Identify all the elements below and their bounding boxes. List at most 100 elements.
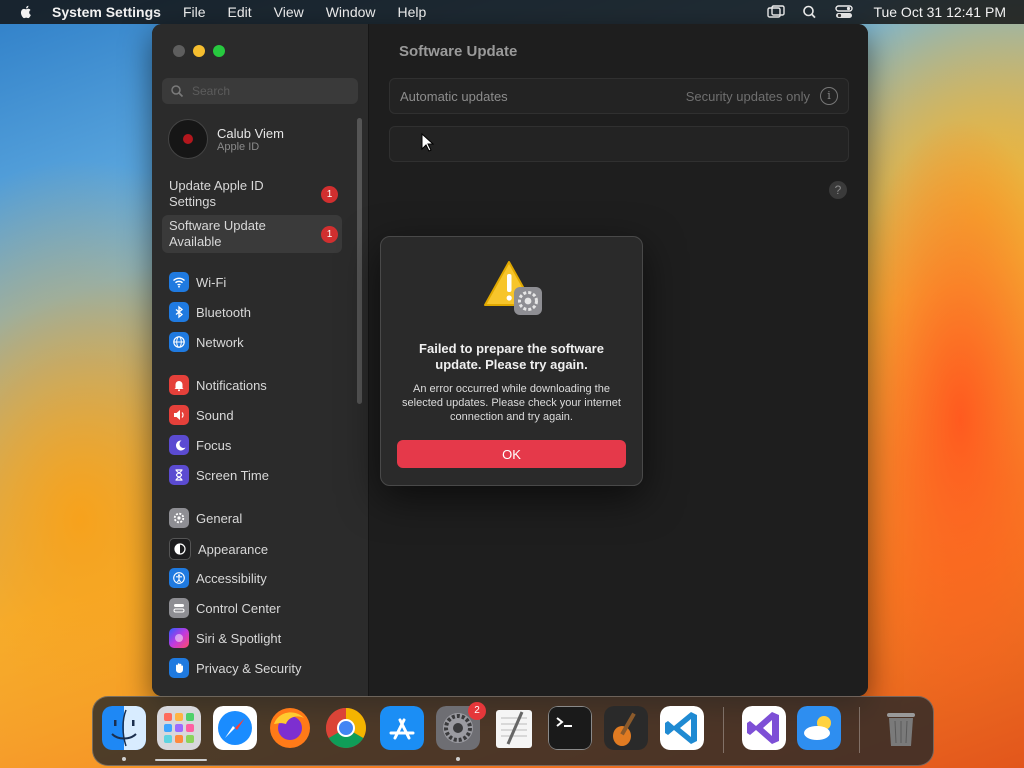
appearance-icon [169, 538, 191, 560]
sidebar-item-label: Privacy & Security [196, 660, 302, 676]
sidebar-item-label: Notifications [196, 377, 267, 393]
sidebar-alert-label: Update Apple ID Settings [169, 178, 264, 209]
sidebar-item-sound[interactable]: Sound [169, 405, 234, 425]
traffic-lights [173, 45, 233, 57]
menu-bar: System Settings File Edit View Window He… [0, 0, 1024, 24]
sidebar-item-appearance[interactable]: Appearance [169, 538, 268, 560]
search-icon [171, 85, 184, 98]
apple-logo-icon[interactable] [18, 4, 34, 20]
sidebar-item-label: Appearance [198, 541, 269, 557]
speaker-icon [169, 405, 189, 425]
chrome-icon[interactable] [324, 706, 368, 750]
sidebar-item-label: Control Center [196, 600, 281, 616]
menu-window[interactable]: Window [326, 4, 376, 20]
bell-icon [169, 375, 189, 395]
mouse-cursor-icon [421, 133, 435, 152]
warning-triangle-with-gear-icon [484, 261, 542, 315]
question-icon[interactable]: ? [829, 181, 847, 199]
menu-view[interactable]: View [274, 4, 304, 20]
menu-help[interactable]: Help [398, 4, 427, 20]
sidebar-item-label: Wi-Fi [196, 274, 227, 290]
firefox-icon[interactable] [268, 706, 312, 750]
sidebar-item-network[interactable]: Network [169, 332, 244, 352]
menu-clock[interactable]: Tue Oct 31 12:41 PM [873, 4, 1006, 20]
finder-icon[interactable] [102, 706, 146, 750]
hourglass-icon [169, 465, 189, 485]
window-minimize-button[interactable] [193, 45, 205, 57]
sidebar-item-siri-spotlight[interactable]: Siri & Spotlight [169, 628, 281, 648]
sidebar-item-label: Focus [196, 437, 232, 453]
page-title: Software Update [399, 43, 518, 60]
trash-icon[interactable] [879, 706, 923, 750]
sidebar-item-accessibility[interactable]: Accessibility [169, 568, 267, 588]
avatar [168, 119, 208, 159]
profile-subtitle: Apple ID [217, 140, 260, 153]
sidebar-alert-software-update[interactable]: Software Update Available 1 [162, 215, 342, 253]
sidebar-search [162, 78, 358, 104]
dialog-message: An error occurred while downloading the … [402, 383, 621, 423]
automatic-updates-row: Automatic updates Security updates only … [389, 78, 849, 114]
notification-badge: 1 [321, 186, 338, 203]
visual-studio-icon[interactable] [742, 706, 786, 750]
sidebar-item-label: Accessibility [196, 570, 267, 586]
siri-icon [169, 628, 189, 648]
garageband-icon[interactable] [604, 706, 648, 750]
ok-button[interactable]: OK [397, 440, 626, 468]
launchpad-icon[interactable] [157, 706, 201, 750]
gear-icon [169, 508, 189, 528]
bluetooth-icon [169, 302, 189, 322]
sidebar-item-label: Network [196, 334, 244, 350]
hover-indicator [155, 759, 207, 761]
sidebar-item-screen-time[interactable]: Screen Time [169, 465, 269, 485]
wifi-icon [169, 272, 189, 292]
menu-app-name[interactable]: System Settings [52, 4, 161, 20]
notification-badge: 1 [321, 226, 338, 243]
sidebar-item-bluetooth[interactable]: Bluetooth [169, 302, 251, 322]
accessibility-icon [169, 568, 189, 588]
menu-edit[interactable]: Edit [228, 4, 252, 20]
dock-separator [723, 707, 724, 753]
menu-file[interactable]: File [183, 4, 206, 20]
dock-notification-badge: 2 [468, 702, 486, 720]
profile-name: Calub Viem [217, 125, 284, 141]
screen-mirroring-icon[interactable] [767, 5, 786, 19]
vscode-icon[interactable] [660, 706, 704, 750]
sidebar-item-privacy-security[interactable]: Privacy & Security [169, 658, 301, 678]
window-zoom-button[interactable] [213, 45, 225, 57]
sidebar-item-label: Screen Time [196, 467, 269, 483]
globe-icon [169, 332, 189, 352]
sidebar-alert-label: Software Update Available [169, 218, 266, 249]
control-center-icon [169, 598, 189, 618]
update-status-row [389, 126, 849, 162]
dock-separator [859, 707, 860, 753]
running-indicator [456, 757, 460, 761]
sidebar-item-control-center[interactable]: Control Center [169, 598, 281, 618]
app-store-icon[interactable] [380, 706, 424, 750]
safari-icon[interactable] [213, 706, 257, 750]
moon-icon [169, 435, 189, 455]
sidebar: Calub Viem Apple ID Update Apple ID Sett… [152, 24, 369, 696]
hand-icon [169, 658, 189, 678]
textedit-icon[interactable] [492, 706, 536, 750]
search-input[interactable] [190, 83, 344, 99]
dock: 2 [92, 696, 934, 766]
sidebar-alert-apple-id[interactable]: Update Apple ID Settings 1 [162, 175, 342, 213]
control-center-icon[interactable] [835, 5, 854, 19]
apple-id-profile[interactable]: Calub Viem Apple ID [168, 119, 284, 159]
sidebar-item-general[interactable]: General [169, 508, 242, 528]
automatic-updates-value: Security updates only [685, 89, 810, 104]
sidebar-item-wifi[interactable]: Wi-Fi [169, 272, 226, 292]
sidebar-item-label: Siri & Spotlight [196, 630, 282, 646]
error-dialog: Failed to prepare the software update. P… [380, 236, 643, 486]
weather-icon[interactable] [797, 706, 841, 750]
sidebar-item-notifications[interactable]: Notifications [169, 375, 267, 395]
spotlight-search-icon[interactable] [801, 5, 819, 19]
info-icon[interactable]: i [820, 87, 838, 105]
sidebar-item-label: Sound [196, 407, 234, 423]
terminal-icon[interactable] [548, 706, 592, 750]
sidebar-item-label: General [196, 510, 243, 526]
dialog-title: Failed to prepare the software update. P… [419, 341, 604, 372]
window-close-button[interactable] [173, 45, 185, 57]
sidebar-item-focus[interactable]: Focus [169, 435, 231, 455]
sidebar-scrollbar[interactable] [357, 118, 362, 404]
